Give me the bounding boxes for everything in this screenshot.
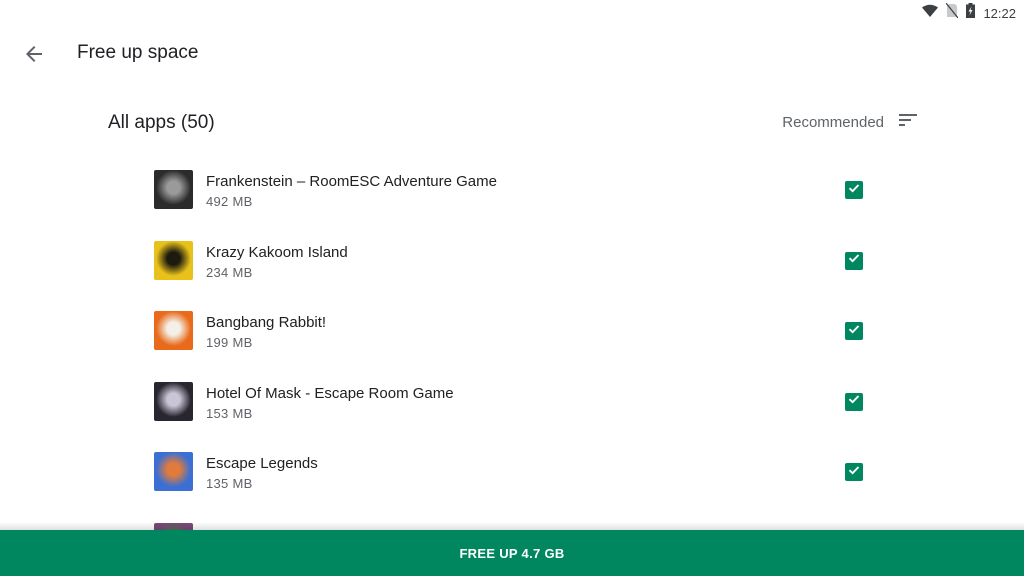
app-row[interactable]: Escape Legends 135 MB xyxy=(0,442,1024,512)
back-button[interactable] xyxy=(22,42,46,66)
app-size: 153 MB xyxy=(206,405,253,421)
section-title: All apps (50) xyxy=(108,112,215,133)
checkmark-icon xyxy=(847,463,861,482)
section-header: All apps (50) Recommended xyxy=(108,110,918,138)
app-icon xyxy=(154,240,193,280)
sort-label: Recommended xyxy=(782,114,884,131)
app-icon xyxy=(154,311,193,350)
app-name: Escape Legends xyxy=(206,455,318,472)
app-checkbox[interactable] xyxy=(845,181,863,199)
app-row[interactable]: Frankenstein – RoomESC Adventure Game 492… xyxy=(0,160,1024,230)
status-time: 12:22 xyxy=(983,5,1016,21)
app-name: Bangbang Rabbit! xyxy=(206,314,327,331)
app-size: 199 MB xyxy=(206,335,253,350)
status-icons: 12:22 xyxy=(922,2,1016,23)
app-name: Krazy Kakoom Island xyxy=(206,243,348,261)
arrow-back-icon xyxy=(22,46,46,70)
app-size: 234 MB xyxy=(206,264,253,280)
battery-charging-icon xyxy=(966,3,976,23)
app-icon xyxy=(154,170,193,209)
app-name: Frankenstein – RoomESC Adventure Game xyxy=(206,173,497,190)
app-list: Frankenstein – RoomESC Adventure Game 492… xyxy=(0,160,1024,530)
sort-control[interactable]: Recommended xyxy=(782,113,918,132)
status-bar: 12:22 xyxy=(0,0,1024,24)
sort-icon xyxy=(898,113,918,132)
app-checkbox[interactable] xyxy=(845,251,863,270)
no-sim-icon xyxy=(945,2,959,23)
app-name: Hotel Of Mask - Escape Room Game xyxy=(206,384,454,402)
app-icon xyxy=(154,452,193,491)
app-row[interactable]: Hotel Of Mask - Escape Room Game 153 MB xyxy=(0,372,1024,442)
app-checkbox[interactable] xyxy=(845,463,863,481)
app-bar: Free up space xyxy=(0,30,1024,78)
checkmark-icon xyxy=(847,251,861,270)
app-icon xyxy=(154,381,193,421)
free-up-button[interactable]: FREE UP 4.7 GB xyxy=(0,530,1024,576)
app-row[interactable]: Bangbang Rabbit! 199 MB xyxy=(0,301,1024,371)
app-size: 492 MB xyxy=(206,194,253,209)
checkmark-icon xyxy=(847,392,861,411)
bottom-shadow xyxy=(0,522,1024,530)
checkmark-icon xyxy=(847,181,861,200)
checkmark-icon xyxy=(847,322,861,341)
page-title: Free up space xyxy=(77,42,199,63)
app-row[interactable]: Krazy Kakoom Island 234 MB xyxy=(0,231,1024,301)
app-size: 135 MB xyxy=(206,476,253,491)
app-checkbox[interactable] xyxy=(845,322,863,340)
app-checkbox[interactable] xyxy=(845,392,863,411)
wifi-icon xyxy=(922,4,939,23)
